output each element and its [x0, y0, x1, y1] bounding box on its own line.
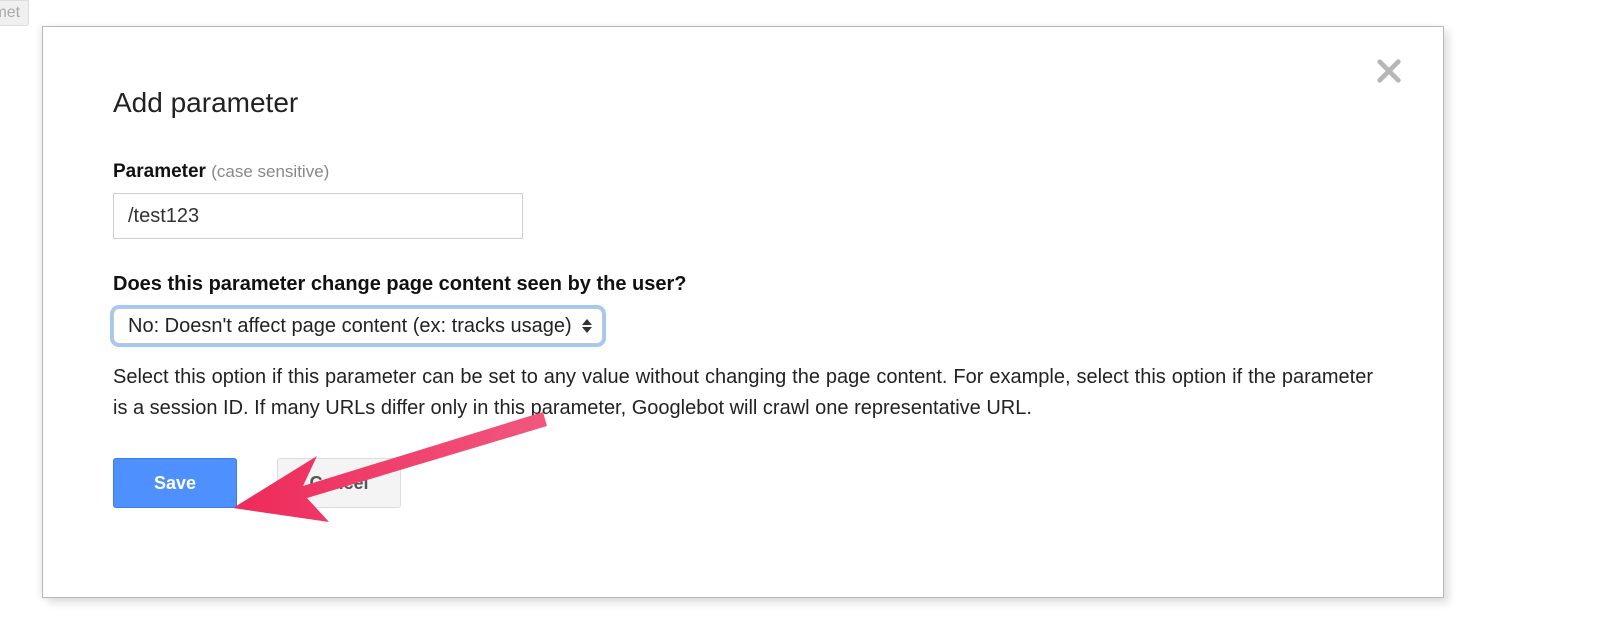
background-tab-fragment: ımet: [0, 0, 29, 26]
parameter-label: Parameter (case sensitive): [113, 161, 1373, 183]
parameter-label-hint: (case sensitive): [211, 162, 329, 181]
add-parameter-dialog: Add parameter Parameter (case sensitive)…: [42, 26, 1444, 598]
parameter-input[interactable]: [113, 193, 523, 239]
cancel-button[interactable]: Cancel: [277, 458, 401, 508]
save-button[interactable]: Save: [113, 458, 237, 508]
dialog-title: Add parameter: [113, 87, 1373, 119]
updown-icon: [582, 319, 592, 333]
effect-select-value: No: Doesn't affect page content (ex: tra…: [128, 315, 572, 338]
dialog-button-row: Save Cancel: [113, 458, 1373, 508]
effect-select[interactable]: No: Doesn't affect page content (ex: tra…: [113, 308, 603, 344]
parameter-label-text: Parameter: [113, 161, 206, 182]
effect-question: Does this parameter change page content …: [113, 273, 1373, 296]
close-icon[interactable]: [1375, 57, 1403, 85]
effect-help-text: Select this option if this parameter can…: [113, 362, 1373, 424]
